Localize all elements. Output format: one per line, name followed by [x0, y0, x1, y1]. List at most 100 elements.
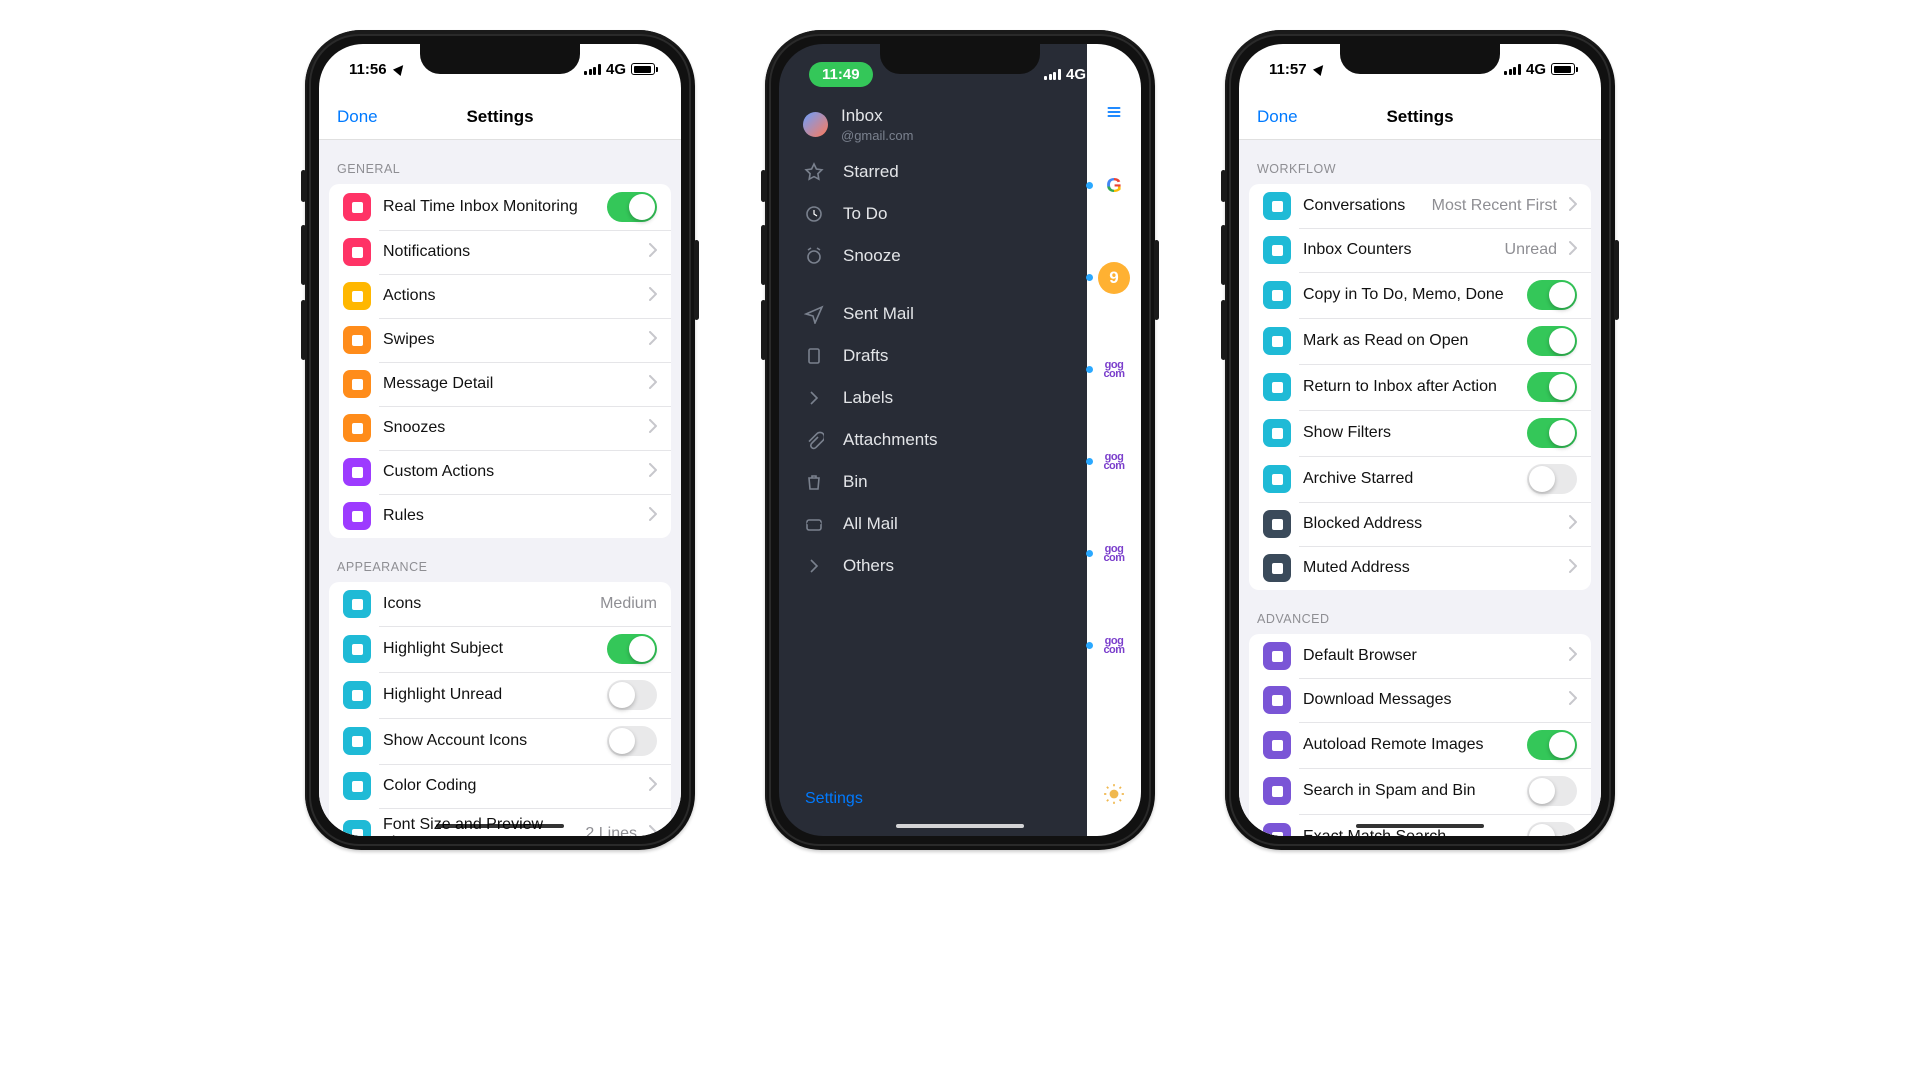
done-button[interactable]: Done: [1257, 107, 1298, 127]
all-icon: [803, 514, 825, 534]
dots-icon: [343, 370, 371, 398]
toggle[interactable]: [1527, 776, 1577, 806]
settings-row[interactable]: Muted Address: [1249, 546, 1591, 590]
settings-row[interactable]: Color Coding: [329, 764, 671, 808]
settings-row[interactable]: IconsMedium: [329, 582, 671, 626]
settings-row[interactable]: Archive Starred: [1249, 456, 1591, 502]
chevron-right-icon: [649, 287, 657, 306]
status-time: 11:56: [349, 61, 387, 78]
toggle[interactable]: [1527, 280, 1577, 310]
down-icon: [343, 282, 371, 310]
tag-icon: [343, 635, 371, 663]
peek-avatar[interactable]: 9: [1098, 262, 1130, 294]
home-indicator[interactable]: [896, 824, 1024, 828]
row-value: Unread: [1505, 241, 1557, 259]
toggle[interactable]: [1527, 418, 1577, 448]
screen-2: 11:49 4G Inbox @gmail.com StarredTo DoSn…: [779, 44, 1141, 836]
inbox-peek[interactable]: G 9 gogcom gogcom gogcom gogcom: [1087, 44, 1141, 836]
settings-row[interactable]: Copy in To Do, Memo, Done: [1249, 272, 1591, 318]
settings-link[interactable]: Settings: [805, 790, 863, 808]
row-label: Real Time Inbox Monitoring: [383, 198, 595, 216]
toggle[interactable]: [1527, 372, 1577, 402]
settings-scroll[interactable]: GENERAL Real Time Inbox MonitoringNotifi…: [319, 140, 681, 836]
peek-avatar[interactable]: gogcom: [1098, 446, 1130, 478]
row-label: Show Filters: [1303, 424, 1515, 442]
row-label: Rules: [383, 507, 637, 525]
theme-icon[interactable]: [1103, 783, 1125, 810]
settings-row[interactable]: Real Time Inbox Monitoring: [329, 184, 671, 230]
alarm-icon: [803, 246, 825, 266]
peek-avatar[interactable]: G: [1098, 170, 1130, 202]
settings-scroll[interactable]: WORKFLOW ConversationsMost Recent FirstI…: [1239, 140, 1601, 836]
settings-row[interactable]: Highlight Subject: [329, 626, 671, 672]
nav-bar: Done Settings: [1239, 94, 1601, 140]
trash-icon: [803, 472, 825, 492]
toggle[interactable]: [607, 192, 657, 222]
peek-avatar[interactable]: gogcom: [1098, 354, 1130, 386]
settings-row[interactable]: Mark as Read on Open: [1249, 318, 1591, 364]
row-label: Download Messages: [1303, 691, 1557, 709]
toggle[interactable]: [607, 680, 657, 710]
phone-1: 11:56 4G Done Settings GENERAL Real Time…: [305, 30, 695, 850]
row-label: Snoozes: [383, 419, 637, 437]
settings-row[interactable]: Autoload Remote Images: [1249, 722, 1591, 768]
settings-row[interactable]: Show Filters: [1249, 410, 1591, 456]
settings-row[interactable]: Inbox CountersUnread: [1249, 228, 1591, 272]
remote-icon: [1263, 731, 1291, 759]
settings-row[interactable]: Swipes: [329, 318, 671, 362]
settings-row[interactable]: Blocked Address: [1249, 502, 1591, 546]
filter-icon: [1263, 419, 1291, 447]
home-indicator[interactable]: [436, 824, 564, 828]
star-icon: [803, 162, 825, 182]
settings-row[interactable]: Rules: [329, 494, 671, 538]
settings-row[interactable]: Actions: [329, 274, 671, 318]
settings-row[interactable]: Search in Spam and Bin: [1249, 768, 1591, 814]
drawer-label: To Do: [843, 204, 887, 224]
row-label: Notifications: [383, 243, 637, 261]
settings-row[interactable]: Snoozes: [329, 406, 671, 450]
status-time-pill[interactable]: 11:49: [809, 62, 873, 87]
toggle[interactable]: [1527, 326, 1577, 356]
settings-row[interactable]: Default Browser: [1249, 634, 1591, 678]
network-label: 4G: [1526, 61, 1546, 78]
settings-row[interactable]: Message Detail: [329, 362, 671, 406]
done-button[interactable]: Done: [337, 107, 378, 127]
settings-row[interactable]: Download Messages: [1249, 678, 1591, 722]
row-label: Highlight Unread: [383, 686, 595, 704]
appearance-header: APPEARANCE: [319, 538, 681, 582]
settings-row[interactable]: Show Account Icons: [329, 718, 671, 764]
settings-row[interactable]: Return to Inbox after Action: [1249, 364, 1591, 410]
conv-icon: [1263, 192, 1291, 220]
row-value: 2 Lines: [585, 825, 637, 836]
menu-icon[interactable]: [1104, 100, 1124, 126]
toggle[interactable]: [1527, 730, 1577, 760]
image-icon: [343, 727, 371, 755]
row-label: Message Detail: [383, 375, 637, 393]
settings-row[interactable]: ConversationsMost Recent First: [1249, 184, 1591, 228]
notch: [1340, 44, 1500, 74]
peek-avatar[interactable]: gogcom: [1098, 630, 1130, 662]
row-label: Search in Spam and Bin: [1303, 782, 1515, 800]
settings-row[interactable]: Highlight Unread: [329, 672, 671, 718]
home-indicator[interactable]: [1356, 824, 1484, 828]
return-icon: [1263, 373, 1291, 401]
drawer-label: Others: [843, 556, 894, 576]
inbox-label: Inbox: [841, 106, 913, 126]
settings-row[interactable]: Notifications: [329, 230, 671, 274]
row-label: Default Browser: [1303, 647, 1557, 665]
starbox-icon: [1263, 465, 1291, 493]
toggle[interactable]: [1527, 822, 1577, 836]
compass-icon: [1263, 642, 1291, 670]
peek-avatar[interactable]: gogcom: [1098, 538, 1130, 570]
toggle[interactable]: [1527, 464, 1577, 494]
location-icon: [392, 61, 405, 78]
toggle[interactable]: [607, 634, 657, 664]
drawer-view: 11:49 4G Inbox @gmail.com StarredTo DoSn…: [779, 44, 1141, 836]
peek-list: G 9 gogcom gogcom gogcom gogcom: [1098, 170, 1130, 662]
chevron-right-icon: [1569, 559, 1577, 578]
settings-row[interactable]: Custom Actions: [329, 450, 671, 494]
avatar: [803, 112, 828, 137]
toggle[interactable]: [607, 726, 657, 756]
page-title: Settings: [466, 107, 533, 127]
settings-row[interactable]: Font Size and Preview Lines2 Lines: [329, 808, 671, 836]
